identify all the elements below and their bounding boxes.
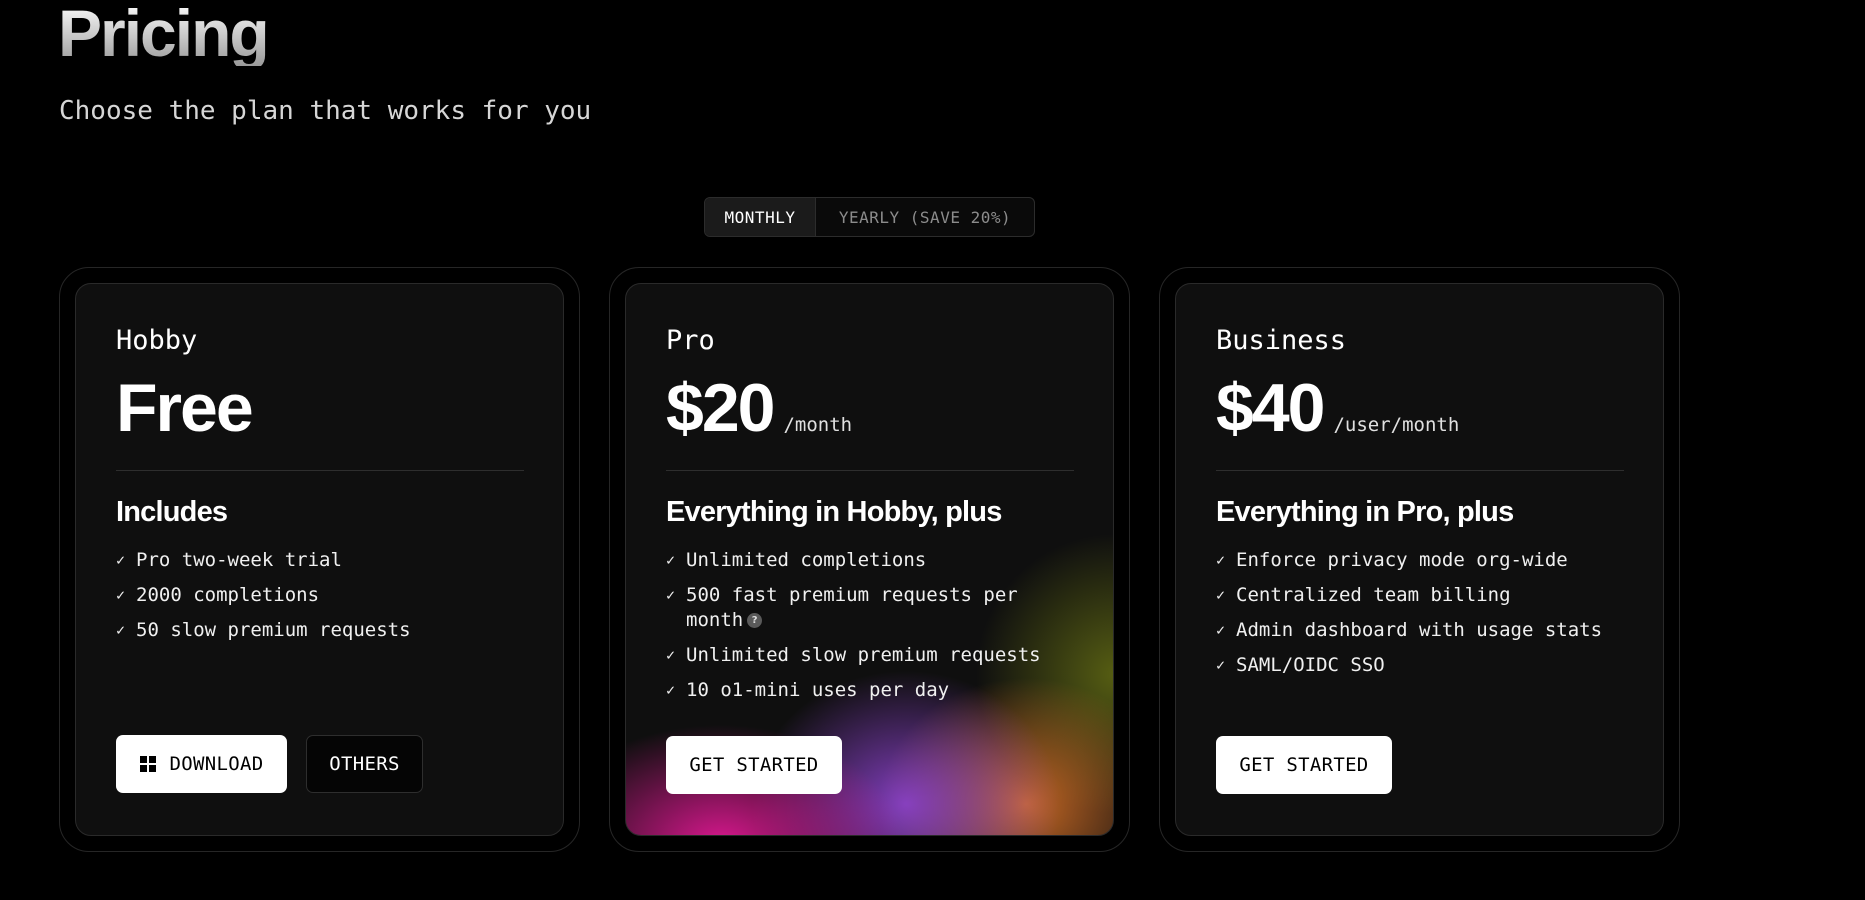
- get-started-button[interactable]: GET STARTED: [666, 736, 842, 794]
- price-row: $40 /user/month: [1216, 374, 1459, 442]
- check-icon: ✓: [666, 646, 676, 664]
- price-row: Free: [116, 370, 254, 446]
- includes-heading: Includes: [116, 496, 228, 528]
- feature-text: 500 fast premium requests per month: [686, 584, 1018, 631]
- get-started-button[interactable]: GET STARTED: [1216, 736, 1392, 794]
- toggle-yearly[interactable]: YEARLY (SAVE 20%): [816, 198, 1034, 236]
- price-unit: /user/month: [1333, 414, 1460, 436]
- help-icon[interactable]: ?: [747, 613, 763, 628]
- feature-text: Enforce privacy mode org-wide: [1236, 549, 1568, 571]
- download-button-label: DOWNLOAD: [169, 753, 264, 775]
- plan-card-hobby-inner: Hobby Free Includes ✓ Pro two-week trial …: [75, 283, 564, 836]
- plan-price: $40: [1216, 370, 1325, 446]
- plan-name: Pro: [666, 325, 715, 356]
- feature-list: ✓ Unlimited completions ✓ 500 fast premium…: [666, 548, 1076, 713]
- plan-card-pro-inner: Pro $20 /month Everything in Hobby, plus…: [625, 283, 1114, 836]
- check-icon: ✓: [116, 586, 126, 604]
- feature-item: ✓ Unlimited completions: [666, 548, 1076, 573]
- feature-item: ✓ 500 fast premium requests per month?: [666, 583, 1076, 633]
- page-subtitle: Choose the plan that works for you: [59, 96, 592, 126]
- divider: [1216, 470, 1624, 471]
- others-button-label: OTHERS: [329, 753, 400, 775]
- price-unit: /month: [783, 414, 853, 436]
- feature-text: Admin dashboard with usage stats: [1236, 619, 1603, 641]
- feature-text: 50 slow premium requests: [136, 619, 411, 641]
- download-button[interactable]: DOWNLOAD: [116, 735, 287, 793]
- plan-price: Free: [116, 370, 254, 446]
- check-icon: ✓: [1216, 621, 1226, 639]
- plan-card-hobby: Hobby Free Includes ✓ Pro two-week trial …: [59, 267, 580, 852]
- check-icon: ✓: [1216, 551, 1226, 569]
- feature-list: ✓ Pro two-week trial ✓ 2000 completions ✓ 5…: [116, 548, 526, 653]
- check-icon: ✓: [116, 551, 126, 569]
- check-icon: ✓: [666, 551, 676, 569]
- check-icon: ✓: [1216, 656, 1226, 674]
- feature-list: ✓ Enforce privacy mode org-wide ✓ Centrali…: [1216, 548, 1626, 688]
- page-title: Pricing: [58, 0, 270, 70]
- others-button[interactable]: OTHERS: [306, 735, 423, 793]
- feature-item: ✓ SAML/OIDC SSO: [1216, 653, 1626, 678]
- feature-item: ✓ Admin dashboard with usage stats: [1216, 618, 1626, 643]
- feature-item: ✓ 50 slow premium requests: [116, 618, 526, 643]
- windows-icon: [139, 756, 156, 772]
- price-row: $20 /month: [666, 374, 852, 442]
- billing-toggle: MONTHLY YEARLY (SAVE 20%): [704, 197, 1035, 237]
- includes-heading: Everything in Pro, plus: [1216, 496, 1514, 528]
- get-started-button-label: GET STARTED: [689, 754, 819, 776]
- check-icon: ✓: [666, 586, 676, 604]
- feature-text: Pro two-week trial: [136, 549, 342, 571]
- plan-name: Business: [1216, 325, 1347, 356]
- feature-item: ✓ Pro two-week trial: [116, 548, 526, 573]
- toggle-monthly[interactable]: MONTHLY: [705, 198, 816, 236]
- feature-text: 2000 completions: [136, 584, 320, 606]
- plan-name: Hobby: [116, 325, 198, 356]
- feature-text: 10 o1-mini uses per day: [686, 679, 950, 701]
- plan-price: $20: [666, 370, 775, 446]
- feature-text: Centralized team billing: [1236, 584, 1511, 606]
- check-icon: ✓: [116, 621, 126, 639]
- divider: [116, 470, 524, 471]
- feature-text: Unlimited completions: [686, 549, 927, 571]
- feature-item: ✓ 2000 completions: [116, 583, 526, 608]
- check-icon: ✓: [666, 681, 676, 699]
- get-started-button-label: GET STARTED: [1239, 754, 1369, 776]
- feature-text: SAML/OIDC SSO: [1236, 654, 1385, 676]
- plan-card-business-inner: Business $40 /user/month Everything in P…: [1175, 283, 1664, 836]
- divider: [666, 470, 1074, 471]
- feature-text: Unlimited slow premium requests: [686, 644, 1041, 666]
- feature-item: ✓ Unlimited slow premium requests: [666, 643, 1076, 668]
- check-icon: ✓: [1216, 586, 1226, 604]
- feature-item: ✓ 10 o1-mini uses per day: [666, 678, 1076, 703]
- feature-item: ✓ Centralized team billing: [1216, 583, 1626, 608]
- feature-item: ✓ Enforce privacy mode org-wide: [1216, 548, 1626, 573]
- plan-card-business: Business $40 /user/month Everything in P…: [1159, 267, 1680, 852]
- plan-card-pro: Pro $20 /month Everything in Hobby, plus…: [609, 267, 1130, 852]
- includes-heading: Everything in Hobby, plus: [666, 496, 1002, 528]
